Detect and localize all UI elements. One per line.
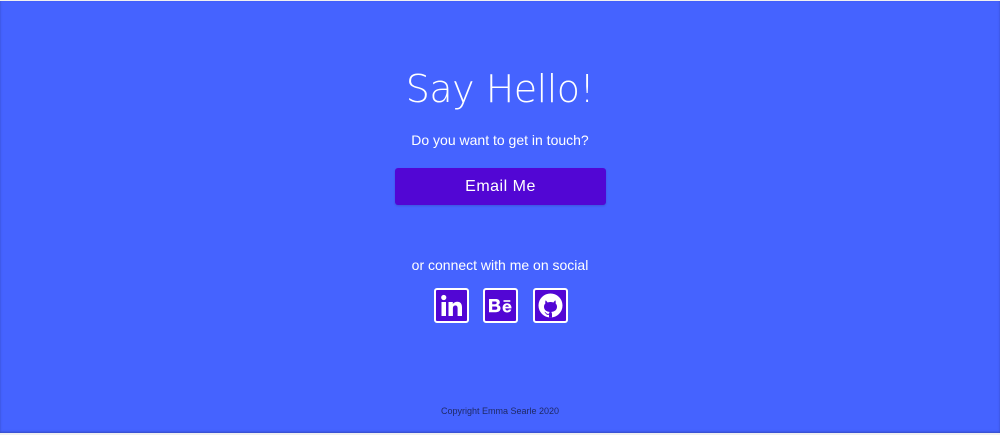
github-icon xyxy=(538,293,563,318)
linkedin-link[interactable] xyxy=(434,288,469,323)
contact-subtitle: Do you want to get in touch? xyxy=(411,132,589,148)
linkedin-icon xyxy=(441,294,462,316)
contact-section: Say Hello! Do you want to get in touch? … xyxy=(0,1,1000,433)
behance-icon xyxy=(489,299,512,313)
page-title: Say Hello! xyxy=(405,67,595,112)
github-link[interactable] xyxy=(533,288,568,323)
copyright-text: Copyright Emma Searle 2020 xyxy=(440,406,560,416)
social-prompt: or connect with me on social xyxy=(411,257,589,273)
behance-link[interactable] xyxy=(483,288,518,323)
email-me-button[interactable]: Email Me xyxy=(395,168,606,205)
social-links xyxy=(434,288,568,323)
